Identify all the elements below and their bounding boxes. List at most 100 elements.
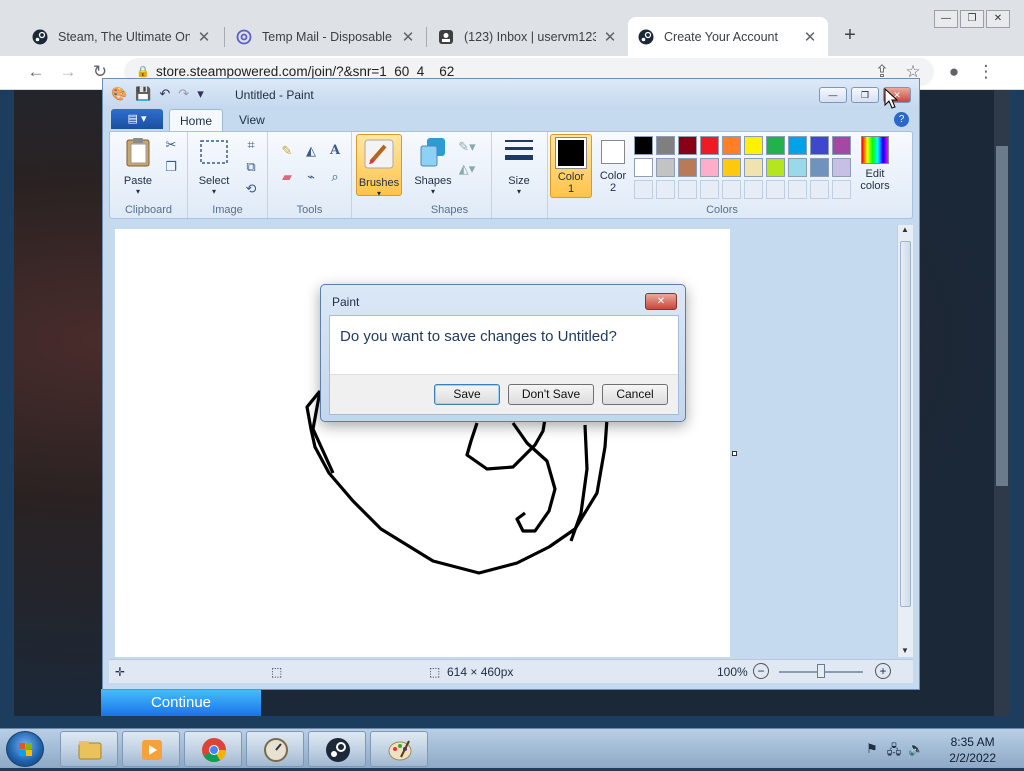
tab-temp-mail[interactable]: Temp Mail - Disposable Temporary Email ✕	[226, 17, 426, 56]
color-swatch[interactable]	[788, 136, 807, 155]
save-icon[interactable]: 💾	[135, 86, 151, 102]
cut-icon[interactable]: ✂	[162, 136, 180, 154]
color-swatch[interactable]	[722, 158, 741, 177]
file-menu-button[interactable]: ▤ ▾	[111, 109, 163, 129]
custom-color-slot[interactable]	[744, 180, 763, 199]
select-button[interactable]: Select ▾	[194, 136, 234, 196]
color-swatch[interactable]	[810, 158, 829, 177]
canvas-scrollbar[interactable]: ▲ ▼	[897, 225, 913, 657]
fill-bucket-icon[interactable]: ◭	[302, 142, 320, 160]
menu-kebab-icon[interactable]: ⋮	[976, 62, 996, 82]
tab-create-account[interactable]: Create Your Account ✕	[628, 17, 828, 56]
zoom-in-icon[interactable]: +	[875, 663, 891, 679]
zoom-out-icon[interactable]: −	[753, 663, 769, 679]
custom-color-slot[interactable]	[810, 180, 829, 199]
scrollbar-thumb[interactable]	[996, 146, 1008, 486]
action-center-flag-icon[interactable]: ⚑	[864, 741, 880, 757]
cancel-button[interactable]: Cancel	[602, 384, 668, 405]
color1-button[interactable]: Color 1	[550, 134, 592, 198]
custom-color-slot[interactable]	[766, 180, 785, 199]
save-button[interactable]: Save	[434, 384, 500, 405]
text-icon[interactable]: A	[326, 142, 344, 160]
minimize-button[interactable]: —	[819, 87, 847, 103]
color-swatch[interactable]	[700, 158, 719, 177]
color-swatch[interactable]	[832, 158, 851, 177]
back-arrow-icon[interactable]: ←	[26, 62, 46, 82]
copy-icon[interactable]: ❐	[162, 158, 180, 176]
color-swatch[interactable]	[678, 158, 697, 177]
page-scrollbar[interactable]	[994, 90, 1010, 716]
close-icon[interactable]: ✕	[602, 28, 618, 46]
paste-button[interactable]: Paste ▾	[118, 136, 158, 196]
custom-color-slot[interactable]	[832, 180, 851, 199]
color-swatch[interactable]	[634, 158, 653, 177]
scrollbar-thumb[interactable]	[900, 241, 911, 607]
color-swatch[interactable]	[788, 158, 807, 177]
magnifier-icon[interactable]: ⌕	[326, 168, 344, 186]
maximize-button[interactable]: ❐	[960, 10, 984, 28]
eraser-icon[interactable]: ▰	[278, 168, 296, 186]
restore-button[interactable]: ❐	[851, 87, 879, 103]
brushes-button[interactable]: Brushes ▾	[356, 134, 402, 198]
new-tab-button[interactable]: +	[840, 24, 860, 47]
tab-inbox[interactable]: (123) Inbox | uservm123@ ✕	[428, 17, 628, 56]
close-icon[interactable]: ✕	[196, 28, 212, 46]
color-swatch[interactable]	[810, 136, 829, 155]
dont-save-button[interactable]: Don't Save	[508, 384, 594, 405]
color-swatch[interactable]	[700, 136, 719, 155]
tab-view[interactable]: View	[229, 109, 275, 131]
custom-color-slot[interactable]	[678, 180, 697, 199]
color-swatch[interactable]	[766, 136, 785, 155]
dialog-close-button[interactable]: ✕	[645, 293, 677, 310]
close-button[interactable]: ✕	[986, 10, 1010, 28]
size-button[interactable]: Size ▾	[498, 136, 540, 196]
color-picker-icon[interactable]: ⌁	[302, 168, 320, 186]
close-icon[interactable]: ✕	[802, 28, 818, 46]
help-icon[interactable]: ?	[894, 112, 909, 127]
taskbar-chrome[interactable]	[184, 731, 242, 767]
custom-color-slot[interactable]	[722, 180, 741, 199]
color2-button[interactable]: Color 2	[596, 134, 630, 194]
profile-avatar-icon[interactable]: ●	[944, 62, 964, 82]
redo-icon[interactable]: ↷	[178, 86, 189, 102]
scroll-down-icon[interactable]: ▼	[901, 646, 909, 655]
close-icon[interactable]: ✕	[400, 28, 416, 46]
color-swatch[interactable]	[744, 136, 763, 155]
network-icon[interactable]: 🖧	[886, 741, 902, 757]
shapes-button[interactable]: Shapes ▾	[412, 136, 454, 196]
taskbar-steam[interactable]	[308, 731, 366, 767]
volume-icon[interactable]: 🔈	[908, 741, 924, 757]
rotate-icon[interactable]: ⟲	[242, 180, 260, 198]
zoom-slider-thumb[interactable]	[817, 664, 825, 678]
forward-arrow-icon[interactable]: →	[58, 62, 78, 82]
taskbar-media-player[interactable]	[122, 731, 180, 767]
taskbar-explorer[interactable]	[60, 731, 118, 767]
taskbar-clock-app[interactable]	[246, 731, 304, 767]
scroll-up-icon[interactable]: ▲	[901, 225, 909, 234]
tab-steam[interactable]: Steam, The Ultimate Online Game Platform…	[22, 17, 222, 56]
crop-icon[interactable]: ⌗	[242, 136, 260, 154]
color-swatch[interactable]	[656, 136, 675, 155]
customize-dropdown-icon[interactable]: ▾	[197, 86, 204, 102]
color-swatch[interactable]	[722, 136, 741, 155]
undo-icon[interactable]: ↶	[159, 86, 170, 102]
start-button[interactable]	[6, 731, 44, 767]
system-clock[interactable]: 8:35 AM 2/2/2022	[949, 734, 996, 766]
continue-button[interactable]: Continue	[101, 689, 261, 716]
resize-icon[interactable]: ⧉	[242, 158, 260, 176]
taskbar-paint[interactable]	[370, 731, 428, 767]
minimize-button[interactable]: —	[934, 10, 958, 28]
color-swatch[interactable]	[678, 136, 697, 155]
custom-color-slot[interactable]	[788, 180, 807, 199]
pencil-icon[interactable]: ✎	[278, 142, 296, 160]
edit-colors-button[interactable]: Edit colors	[854, 134, 896, 192]
custom-color-slot[interactable]	[700, 180, 719, 199]
fill-icon[interactable]: ◭▾	[458, 160, 476, 178]
color-swatch[interactable]	[744, 158, 763, 177]
color-swatch[interactable]	[656, 158, 675, 177]
custom-color-slot[interactable]	[656, 180, 675, 199]
color-swatch[interactable]	[634, 136, 653, 155]
tab-home[interactable]: Home	[169, 109, 224, 131]
color-swatch[interactable]	[766, 158, 785, 177]
canvas-resize-handle[interactable]	[732, 451, 737, 456]
